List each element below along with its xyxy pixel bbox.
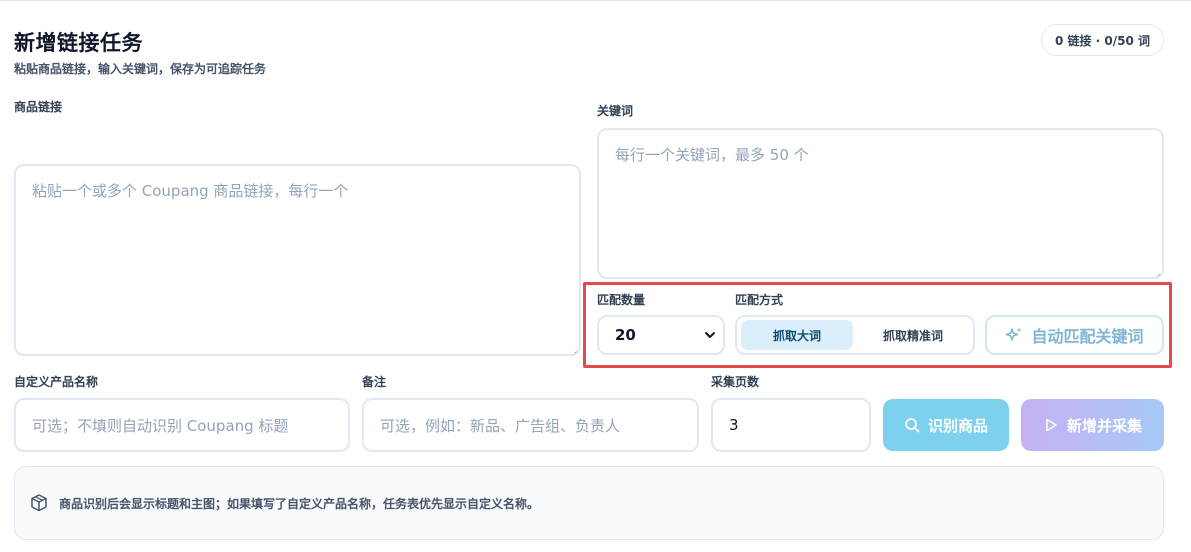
search-icon (905, 418, 920, 433)
keywords-label: 关键词 (597, 104, 634, 118)
create-and-collect-button[interactable]: 新增并采集 (1021, 399, 1164, 451)
auto-match-label: 自动匹配关键词 (1031, 327, 1144, 346)
create-label: 新增并采集 (1066, 416, 1142, 435)
note-label: 备注 (362, 375, 387, 389)
match-mode-exact[interactable]: 抓取精准词 (857, 320, 969, 350)
counter-badge: 0 链接 · 0/50 词 (1041, 24, 1164, 56)
match-mode-toggle: 抓取大词 抓取精准词 (735, 315, 975, 355)
custom-name-input[interactable]: 可选；不填则自动识别 Coupang 标题 (14, 398, 350, 452)
auto-match-button[interactable]: 自动匹配关键词 (985, 315, 1164, 355)
chevron-down-icon (705, 332, 715, 338)
links-placeholder: 粘贴一个或多个 Coupang 商品链接，每行一个 (32, 182, 349, 200)
match-mode-label: 匹配方式 (735, 293, 784, 307)
match-count-label: 匹配数量 (597, 293, 646, 307)
match-count-value: 20 (615, 326, 636, 344)
page-subtitle: 粘贴商品链接，输入关键词，保存为可追踪任务 (14, 62, 267, 76)
identify-label: 识别商品 (927, 416, 988, 435)
pages-input[interactable]: 3 (711, 398, 871, 452)
match-mode-broad[interactable]: 抓取大词 (741, 320, 853, 350)
pages-label: 采集页数 (711, 375, 760, 389)
resize-grip-icon[interactable] (1151, 266, 1160, 275)
match-count-select[interactable]: 20 (597, 315, 725, 355)
custom-name-label: 自定义产品名称 (14, 375, 99, 389)
note-input[interactable]: 可选，例如：新品、广告组、负责人 (362, 398, 699, 452)
info-text: 商品识别后会显示标题和主图；如果填写了自定义产品名称，任务表优先显示自定义名称。 (59, 496, 540, 511)
box-icon (31, 494, 47, 512)
identify-button[interactable]: 识别商品 (883, 399, 1009, 451)
pages-value: 3 (729, 416, 739, 434)
sparkle-icon (1006, 327, 1022, 341)
keywords-textarea[interactable]: 每行一个关键词，最多 50 个 (597, 128, 1164, 279)
info-panel: 商品识别后会显示标题和主图；如果填写了自定义产品名称，任务表优先显示自定义名称。 (14, 466, 1164, 540)
links-label: 商品链接 (14, 100, 63, 114)
links-textarea[interactable]: 粘贴一个或多个 Coupang 商品链接，每行一个 (14, 164, 581, 356)
custom-name-placeholder: 可选；不填则自动识别 Coupang 标题 (32, 416, 289, 435)
keywords-placeholder: 每行一个关键词，最多 50 个 (615, 146, 809, 164)
page-title: 新增链接任务 (14, 31, 143, 55)
play-icon (1046, 418, 1057, 432)
note-placeholder: 可选，例如：新品、广告组、负责人 (380, 416, 621, 435)
resize-grip-icon[interactable] (568, 343, 577, 352)
